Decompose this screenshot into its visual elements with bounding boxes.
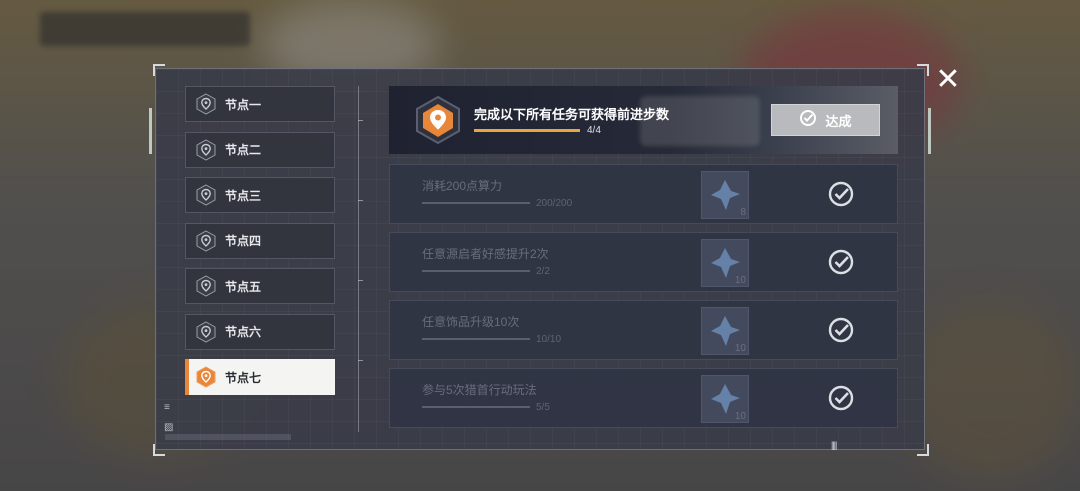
task-progress: 2/2 — [536, 266, 550, 277]
panel-divider — [358, 86, 363, 432]
node-label: 节点三 — [225, 188, 262, 203]
task-progress: 200/200 — [536, 198, 573, 209]
node-label: 节点五 — [225, 279, 262, 294]
task-progress-bar — [422, 406, 530, 408]
sidebar-node-1[interactable]: 节点一 — [185, 86, 335, 122]
node-sidebar: 节点一 节点二 节点三 节点四 节点五 节点六 节点七 — [185, 86, 335, 405]
completed-check-icon — [827, 384, 855, 412]
sidebar-node-3[interactable]: 节点三 — [185, 177, 335, 213]
sidebar-node-4[interactable]: 节点四 — [185, 222, 335, 259]
node-label: 节点一 — [225, 97, 262, 112]
task-title: 任意饰品升级10次 — [422, 315, 520, 329]
reward-item[interactable]: 10 — [701, 239, 749, 287]
achieve-button-label: 达成 — [825, 113, 852, 129]
panel-corner — [153, 64, 165, 76]
header-progress-bar — [474, 129, 580, 132]
sidebar-scrollbar[interactable] — [165, 434, 291, 440]
sidebar-node-6[interactable]: 节点六 — [185, 313, 335, 350]
task-progress-bar — [422, 270, 530, 272]
map-pin-icon — [195, 138, 217, 161]
reward-item[interactable]: 10 — [701, 307, 749, 355]
reward-quantity: 8 — [740, 207, 746, 218]
task-title: 消耗200点算力 — [422, 179, 503, 193]
checkmark-circle-icon — [799, 109, 817, 132]
task-progress-bar — [422, 202, 530, 204]
node-label: 节点四 — [225, 234, 262, 248]
location-badge-icon — [414, 95, 462, 145]
map-pin-icon — [195, 184, 217, 206]
sidebar-side-decoration: ≡ ▨ — [164, 402, 174, 433]
header-title: 完成以下所有任务可获得前进步数 — [474, 107, 670, 122]
achieve-button[interactable]: 达成 — [771, 104, 880, 136]
panel-corner — [917, 444, 929, 456]
reward-quantity: 10 — [734, 411, 746, 422]
reward-item[interactable]: 10 — [701, 375, 749, 423]
task-row: 参与5次猎首行动玩法 5/5 10 — [389, 368, 898, 428]
task-row: 消耗200点算力 200/200 8 — [389, 164, 898, 224]
panel-edge-accent — [928, 108, 931, 154]
task-title: 任意源启者好感提升2次 — [422, 247, 549, 261]
header-progress-text: 4/4 — [587, 125, 601, 136]
map-pin-icon — [195, 320, 217, 343]
node-label: 节点六 — [225, 325, 262, 339]
reward-item[interactable]: 8 — [701, 171, 749, 219]
task-progress: 10/10 — [536, 334, 562, 345]
reward-quantity: 10 — [734, 343, 746, 354]
map-pin-icon — [195, 229, 217, 252]
sidebar-node-2[interactable]: 节点二 — [185, 131, 335, 168]
node-label: 节点二 — [225, 143, 262, 157]
node-label: 节点七 — [225, 370, 262, 385]
sidebar-node-7[interactable]: 节点七 — [185, 359, 335, 395]
panel-edge-accent — [149, 108, 152, 154]
task-progress: 5/5 — [536, 402, 550, 413]
completed-check-icon — [827, 180, 855, 208]
panel-corner — [917, 64, 929, 76]
completed-check-icon — [827, 248, 855, 276]
map-pin-icon — [195, 366, 217, 388]
close-button[interactable]: ✕ — [932, 64, 964, 96]
reward-quantity: 10 — [734, 275, 746, 286]
task-row: 任意饰品升级10次 10/10 10 — [389, 300, 898, 360]
map-pin-icon — [195, 275, 217, 297]
task-title: 参与5次猎首行动玩法 — [422, 383, 537, 397]
completed-check-icon — [827, 316, 855, 344]
task-row: 任意源启者好感提升2次 2/2 10 — [389, 232, 898, 292]
panel-corner — [153, 444, 165, 456]
list-scroll-indicator: |||| — [831, 440, 837, 450]
task-progress-bar — [422, 338, 530, 340]
map-pin-icon — [195, 93, 217, 115]
sidebar-node-5[interactable]: 节点五 — [185, 268, 335, 304]
close-icon: ✕ — [935, 63, 961, 96]
